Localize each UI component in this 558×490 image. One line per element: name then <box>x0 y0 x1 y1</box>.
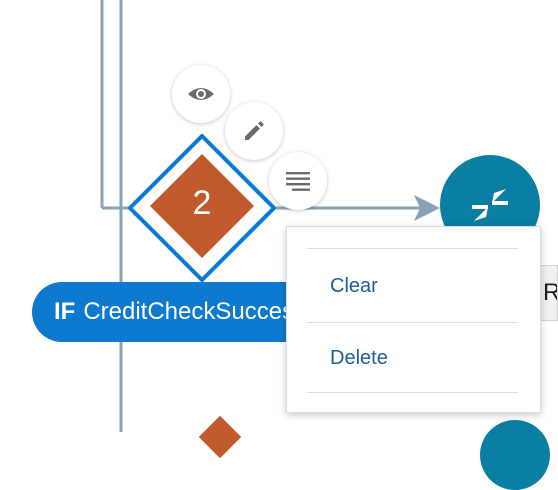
menu-divider <box>307 248 518 249</box>
more-actions-button[interactable] <box>269 152 327 210</box>
flow-canvas[interactable]: 2 Re IF CreditCh <box>0 0 558 490</box>
menu-item-clear[interactable]: Clear <box>307 251 518 321</box>
merge-arrows-icon <box>472 189 508 221</box>
condition-keyword: IF <box>54 298 76 325</box>
eye-icon <box>188 88 214 100</box>
edit-button[interactable] <box>225 102 283 160</box>
condition-expression: CreditCheckSuccess <box>83 298 307 325</box>
pencil-icon <box>245 121 264 140</box>
context-menu: Clear Delete <box>286 226 541 413</box>
view-button[interactable] <box>172 65 230 123</box>
list-lines-icon <box>286 172 310 191</box>
menu-divider <box>307 392 518 393</box>
menu-item-delete[interactable]: Delete <box>307 323 518 393</box>
next-node-partial[interactable] <box>480 420 550 490</box>
